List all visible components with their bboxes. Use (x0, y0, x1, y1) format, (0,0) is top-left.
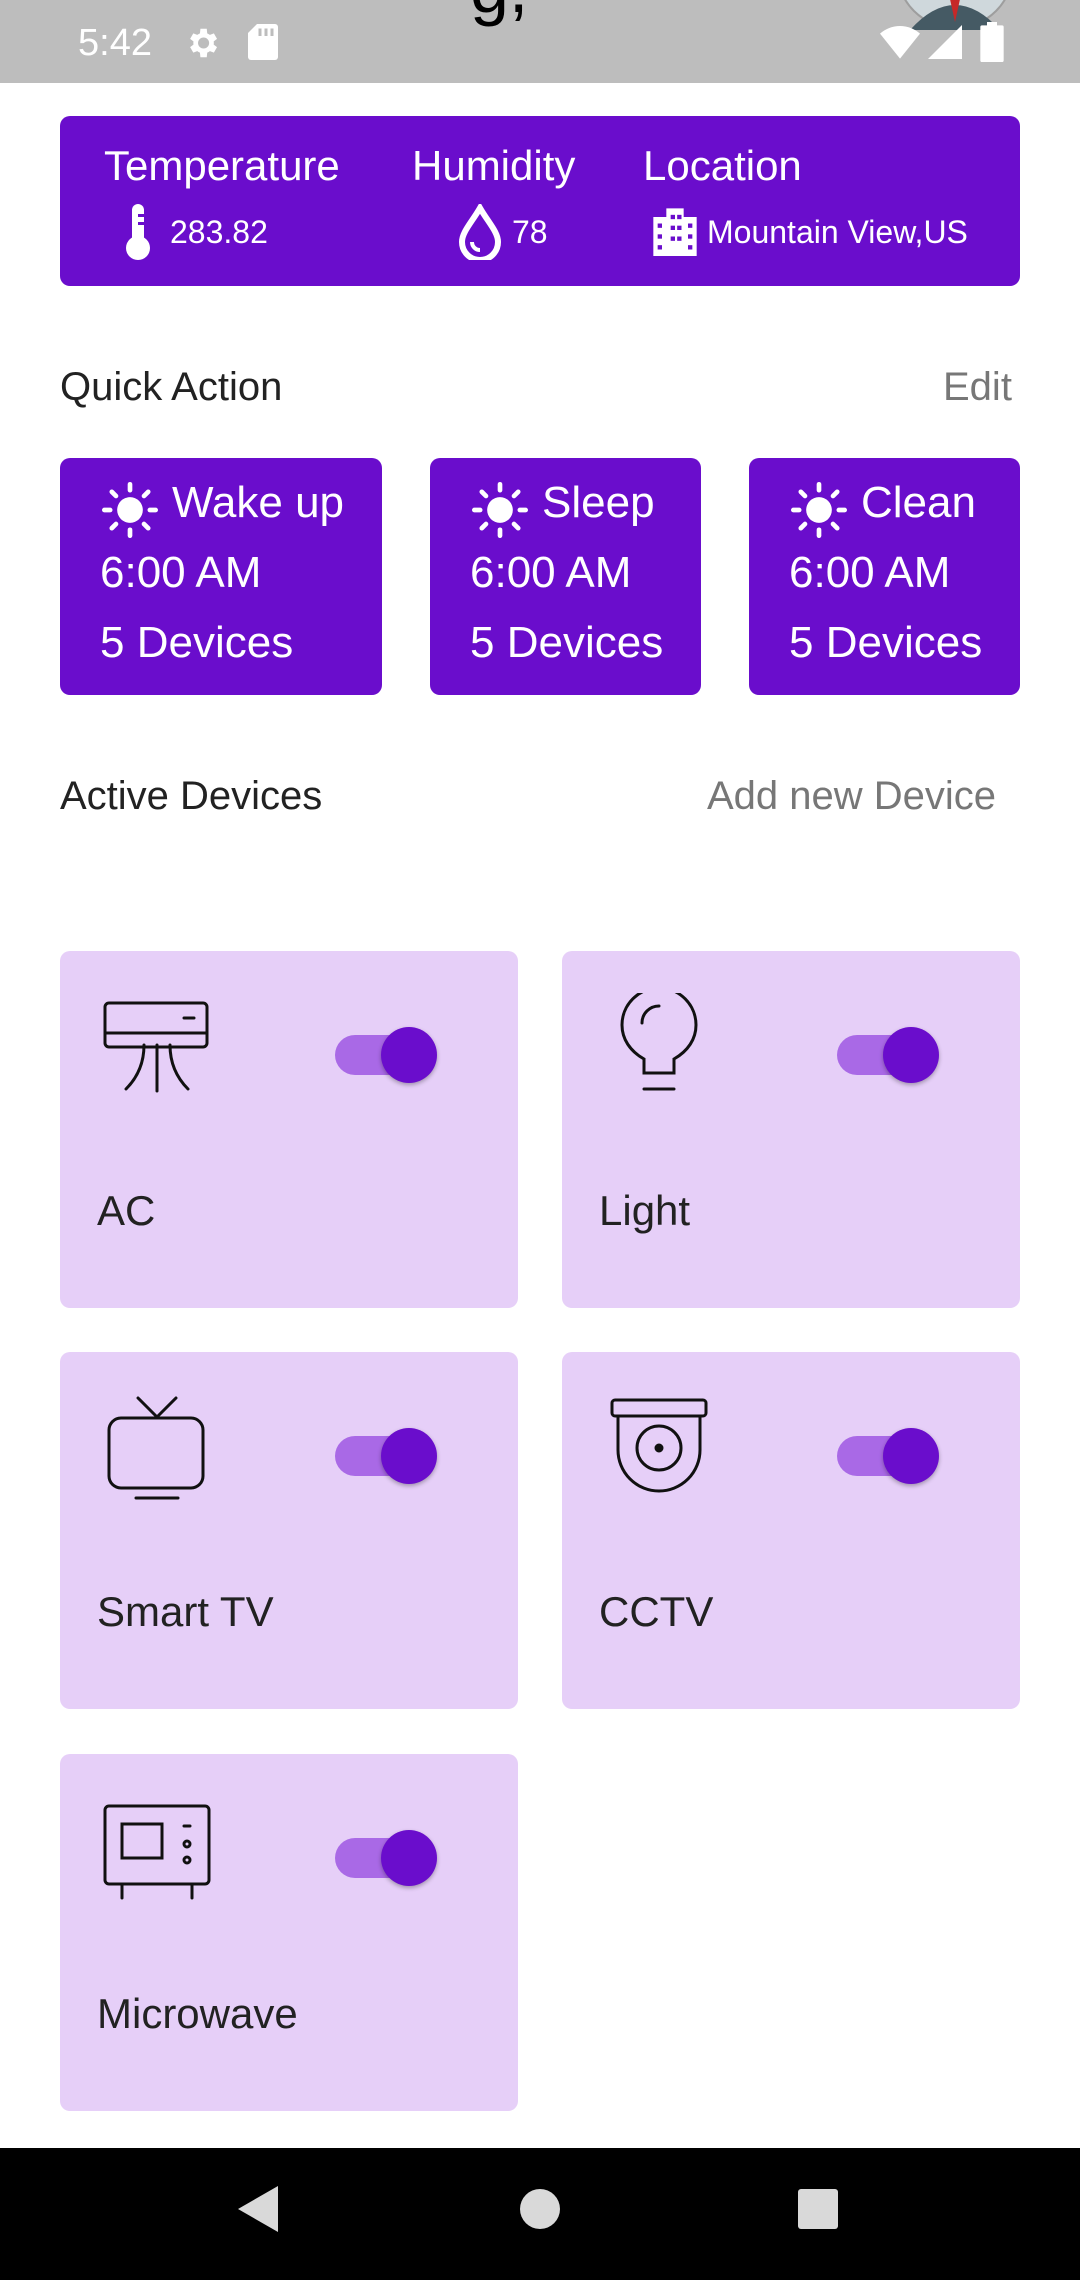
light-toggle[interactable] (837, 1021, 939, 1083)
temperature-block: Temperature 283.82 (104, 142, 340, 260)
air-conditioner-icon (103, 1001, 209, 1093)
device-card-microwave[interactable]: Microwave (60, 1754, 518, 2111)
humidity-label: Humidity (412, 142, 576, 189)
quick-action-devices: 5 Devices (470, 618, 664, 667)
toggle-thumb (381, 1027, 437, 1083)
humidity-block: Humidity 78 (412, 142, 576, 260)
edit-button[interactable]: Edit (943, 365, 1012, 410)
quick-action-name: Wake up (172, 478, 345, 527)
header-title-partial: g, (470, 0, 528, 28)
temperature-value: 283.82 (170, 214, 268, 250)
location-value: Mountain View,US (707, 214, 968, 250)
quick-action-time: 6:00 AM (789, 548, 951, 597)
add-new-device-button[interactable]: Add new Device (707, 774, 996, 819)
device-card-ac[interactable]: AC (60, 951, 518, 1308)
temperature-label: Temperature (104, 142, 340, 189)
quick-action-wake-up[interactable]: Wake up 6:00 AM 5 Devices (60, 458, 382, 695)
sun-icon (102, 482, 158, 538)
wifi-icon (880, 26, 920, 59)
status-time: 5:42 (78, 22, 152, 64)
device-card-cctv[interactable]: CCTV (562, 1352, 1020, 1709)
quick-action-devices: 5 Devices (100, 618, 294, 667)
active-devices-title: Active Devices (60, 774, 323, 818)
quick-action-name: Sleep (542, 478, 655, 527)
device-card-smart-tv[interactable]: Smart TV (60, 1352, 518, 1709)
home-icon[interactable] (518, 2187, 562, 2231)
quick-action-clean[interactable]: Clean 6:00 AM 5 Devices (749, 458, 1020, 695)
city-icon (653, 208, 697, 256)
smart-tv-toggle[interactable] (335, 1422, 437, 1484)
settings-icon (190, 28, 218, 58)
device-name: Smart TV (97, 1588, 274, 1635)
cctv-camera-icon (610, 1398, 708, 1493)
quick-action-title: Quick Action (60, 365, 283, 409)
device-name: Light (599, 1187, 691, 1234)
device-name: Microwave (97, 1990, 298, 2037)
location-block: Location Mountain View,US (643, 142, 968, 256)
microwave-icon (103, 1804, 211, 1900)
quick-action-time: 6:00 AM (470, 548, 632, 597)
weather-card: Temperature 283.82 Humidity 78 Location (60, 116, 1020, 286)
microwave-toggle[interactable] (335, 1824, 437, 1886)
quick-action-devices: 5 Devices (789, 618, 983, 667)
navigation-bar (0, 2148, 1080, 2280)
battery-icon (980, 22, 1004, 62)
back-icon[interactable] (236, 2184, 280, 2234)
toggle-thumb (883, 1428, 939, 1484)
light-bulb-icon (620, 993, 698, 1091)
device-card-light[interactable]: Light (562, 951, 1020, 1308)
device-name: CCTV (599, 1588, 714, 1635)
signal-icon (928, 25, 962, 59)
tv-icon (107, 1396, 205, 1500)
location-label: Location (643, 142, 802, 189)
thermometer-icon (126, 204, 150, 260)
quick-action-name: Clean (861, 478, 976, 527)
quick-action-sleep[interactable]: Sleep 6:00 AM 5 Devices (430, 458, 701, 695)
water-drop-icon (458, 204, 502, 260)
toggle-thumb (381, 1830, 437, 1886)
toggle-thumb (381, 1428, 437, 1484)
quick-action-time: 6:00 AM (100, 548, 262, 597)
humidity-value: 78 (512, 214, 548, 250)
status-bar: g, 5:42 (0, 0, 1080, 83)
ac-toggle[interactable] (335, 1021, 437, 1083)
toggle-thumb (883, 1027, 939, 1083)
recents-icon[interactable] (798, 2189, 838, 2229)
sun-icon (791, 482, 847, 538)
device-name: AC (97, 1187, 156, 1234)
sd-card-icon (248, 24, 278, 60)
cctv-toggle[interactable] (837, 1422, 939, 1484)
sun-icon (472, 482, 528, 538)
